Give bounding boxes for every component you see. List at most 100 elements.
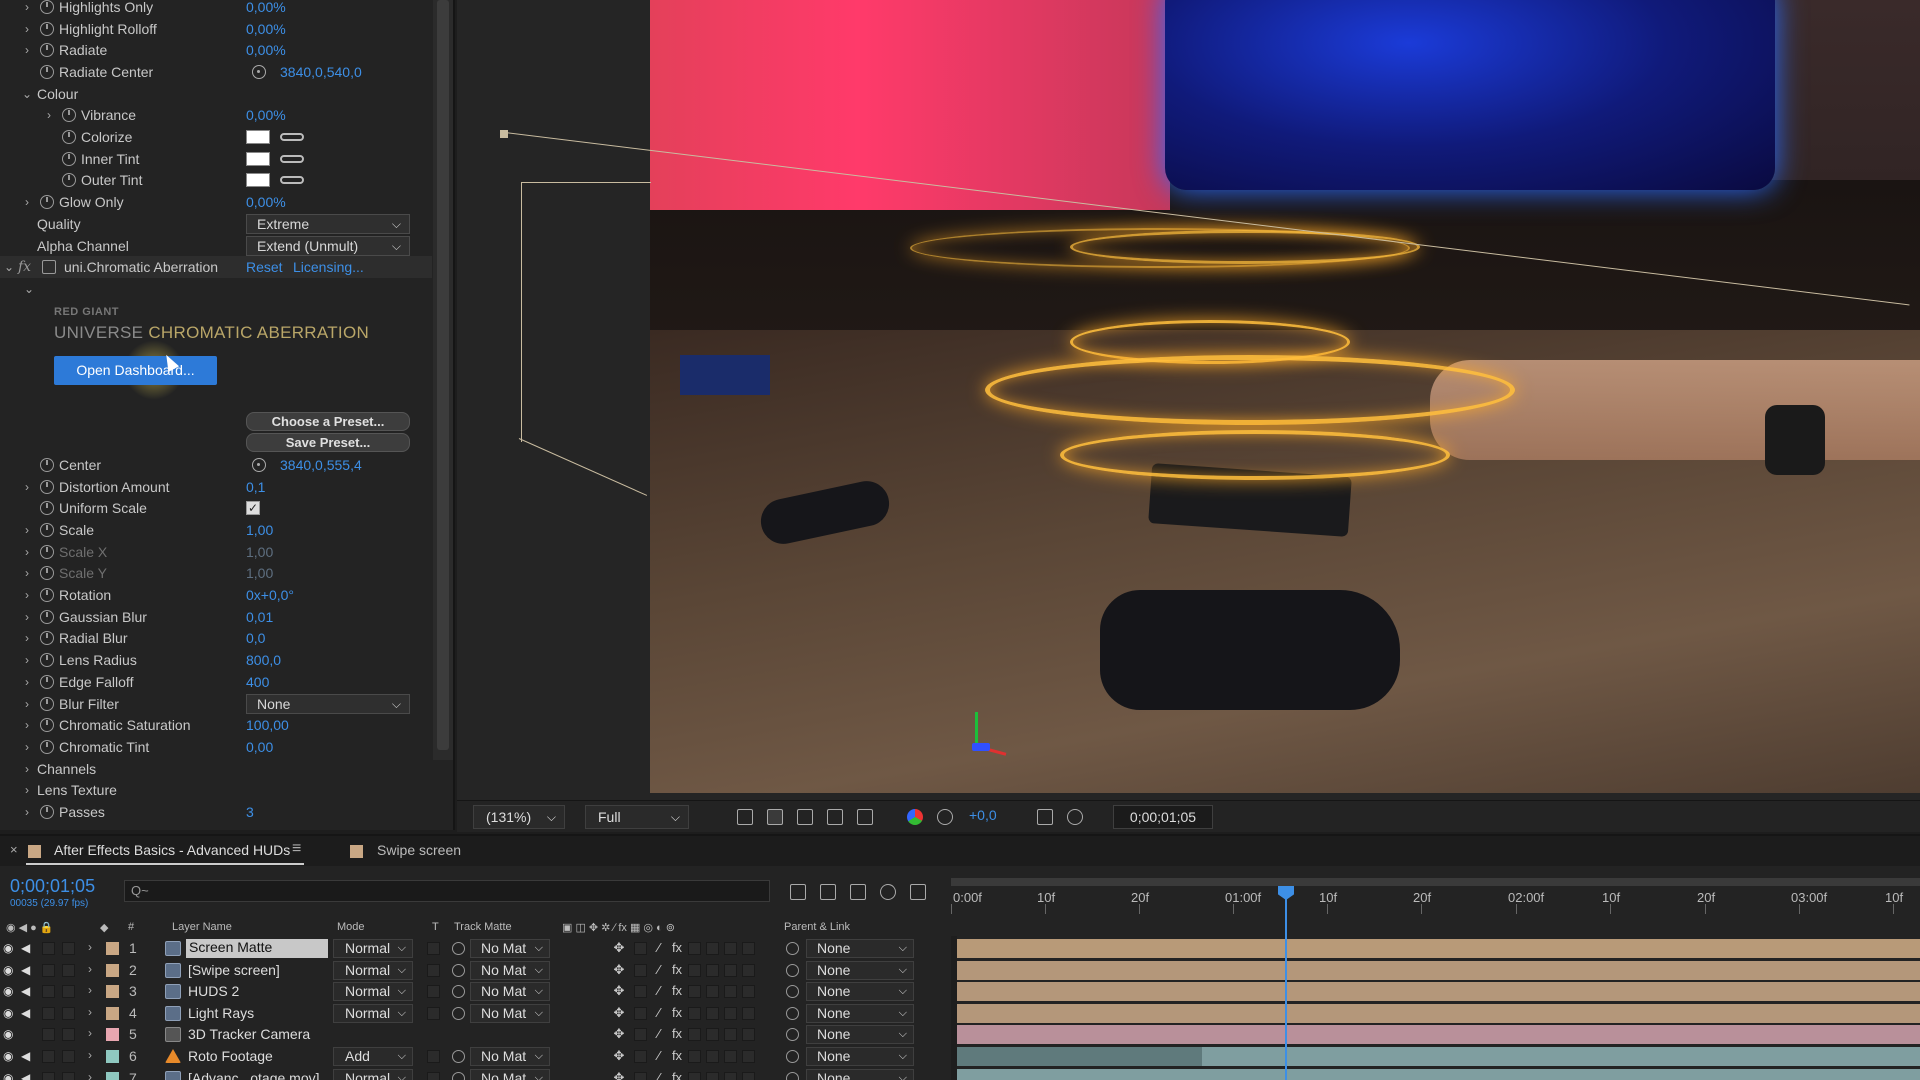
twirl-right-icon[interactable]: › (20, 697, 34, 711)
twirl-down-icon[interactable]: › (20, 762, 34, 776)
channels-icon[interactable] (907, 809, 923, 825)
property-value[interactable]: 0,00% (246, 0, 286, 15)
layer-switch[interactable] (742, 985, 755, 999)
effects-switch-icon[interactable]: fx (670, 941, 684, 955)
parent-dropdown[interactable]: None ⌵ (806, 960, 914, 980)
layer-name[interactable]: 3D Tracker Camera (188, 1026, 310, 1042)
solo-lock-toggle[interactable] (42, 1050, 55, 1063)
mask-visibility-icon[interactable] (797, 809, 813, 825)
graph-editor-icon[interactable] (910, 884, 926, 900)
property-row-colorize[interactable]: Colorize (0, 126, 430, 148)
solo-lock-toggle[interactable] (42, 1071, 55, 1080)
stopwatch-icon[interactable] (40, 718, 54, 733)
effects-switch-icon[interactable]: fx (670, 984, 684, 998)
region-of-interest-icon[interactable] (827, 809, 843, 825)
layer-switch[interactable] (688, 942, 701, 955)
effect-name[interactable]: uni.Chromatic Aberration (64, 259, 218, 275)
property-row-lens-texture[interactable]: › Lens Texture (0, 780, 430, 802)
property-value[interactable]: 0,00% (246, 21, 286, 37)
parent-pickwhip-icon[interactable] (786, 1050, 799, 1063)
layer-name[interactable]: [Advanc...otage.mov] (188, 1070, 320, 1080)
property-row-lens-radius[interactable]: › Lens Radius 800,0 (0, 649, 430, 671)
parent-dropdown[interactable]: None ⌵ (806, 1003, 914, 1023)
preserve-transparency-toggle[interactable] (427, 1050, 440, 1063)
layer-switch[interactable] (742, 1071, 755, 1080)
effects-switch-icon[interactable]: fx (670, 1027, 684, 1041)
shy-switch-icon[interactable]: ✥ (612, 941, 626, 955)
twirl-right-icon[interactable]: › (20, 523, 34, 537)
grid-guides-icon[interactable] (857, 809, 873, 825)
resolution-dropdown[interactable]: Full ⌵ (585, 805, 689, 829)
tab-menu-icon[interactable]: ≡ (292, 840, 301, 858)
parent-pickwhip-icon[interactable] (786, 942, 799, 955)
layer-switch[interactable] (742, 942, 755, 955)
preserve-transparency-toggle[interactable] (427, 963, 440, 977)
audio-icon[interactable]: ◀ (21, 963, 35, 977)
twirl-right-icon[interactable]: › (88, 1070, 92, 1080)
layer-switch[interactable] (688, 1006, 701, 1020)
visibility-eye-icon[interactable]: ◉ (3, 963, 17, 977)
twirl-right-icon[interactable]: › (20, 610, 34, 624)
property-row-radiate-center[interactable]: Radiate Center 3840,0,540,0 (0, 61, 430, 83)
parent-pickwhip-icon[interactable] (786, 1028, 799, 1042)
layer-switch[interactable] (634, 963, 647, 977)
blend-mode-dropdown[interactable]: Normal ⌵ (333, 1068, 413, 1080)
parent-dropdown[interactable]: None ⌵ (806, 982, 914, 1002)
parent-pickwhip-icon[interactable] (786, 985, 799, 999)
layer-name[interactable]: Screen Matte (186, 939, 328, 958)
property-row-edge-falloff[interactable]: › Edge Falloff 400 (0, 671, 430, 693)
layer-switch[interactable] (724, 1050, 737, 1063)
stopwatch-icon[interactable] (62, 151, 76, 166)
property-row-radiate[interactable]: › Radiate 0,00% (0, 39, 430, 61)
solo-lock-toggle[interactable] (42, 942, 55, 955)
layer-switch[interactable] (706, 942, 719, 955)
parent-pickwhip-icon[interactable] (786, 1006, 799, 1020)
twirl-right-icon[interactable]: › (20, 805, 34, 819)
track-matte-dropdown[interactable]: No Mat ⌵ (470, 1068, 550, 1080)
viewer-timecode[interactable]: 0;00;01;05 (1113, 805, 1213, 829)
layer-name[interactable]: Roto Footage (188, 1048, 273, 1064)
t-header[interactable]: T (432, 921, 439, 933)
property-value[interactable]: 800,0 (246, 652, 281, 668)
stopwatch-icon[interactable] (40, 609, 54, 624)
layer-switch[interactable] (706, 1050, 719, 1063)
layer-switch[interactable] (634, 1006, 647, 1020)
property-value[interactable]: 1,00 (246, 565, 273, 581)
track-matte-pickwhip-icon[interactable] (452, 985, 465, 999)
layer-name[interactable]: Light Rays (188, 1005, 254, 1021)
stopwatch-icon[interactable] (40, 588, 54, 603)
twirl-right-icon[interactable]: › (88, 1005, 92, 1019)
parent-pickwhip-icon[interactable] (786, 1071, 799, 1080)
label-color-swatch[interactable] (106, 963, 119, 977)
effect-ui-twirl-row[interactable]: ⌄ (0, 278, 430, 300)
stopwatch-icon[interactable] (40, 195, 54, 210)
eyedropper-icon[interactable] (280, 154, 304, 163)
property-row-vibrance[interactable]: › Vibrance 0,00% (0, 105, 430, 127)
property-value[interactable]: 0,00% (246, 107, 286, 123)
show-snapshot-icon[interactable] (1067, 809, 1083, 825)
reset-link[interactable]: Reset (246, 259, 283, 275)
layer-switch[interactable] (706, 1028, 719, 1042)
solo-lock-toggle[interactable] (62, 1071, 75, 1080)
layer-row[interactable]: ◉ ◀ › 3 HUDS 2 Normal ⌵ No Mat ⌵ ✥ ∕ fx None ⌵ (0, 981, 951, 1003)
snapshot-icon[interactable] (1037, 809, 1053, 825)
property-value[interactable]: 0,00% (246, 194, 286, 210)
blend-mode-dropdown[interactable]: Normal ⌵ (333, 982, 413, 1002)
stopwatch-icon[interactable] (40, 566, 54, 581)
property-row-scale-x[interactable]: › Scale X 1,00 (0, 541, 430, 563)
twirl-right-icon[interactable]: › (20, 675, 34, 689)
draft-3d-icon[interactable] (820, 884, 836, 900)
twirl-right-icon[interactable]: › (20, 653, 34, 667)
layer-switch[interactable] (724, 1028, 737, 1042)
label-color-swatch[interactable] (106, 1071, 119, 1080)
property-row-colour[interactable]: ⌄ Colour (0, 83, 430, 105)
layer-name[interactable]: [Swipe screen] (188, 962, 280, 978)
property-row-channels[interactable]: › Channels (0, 758, 430, 780)
twirl-right-icon[interactable]: › (88, 983, 92, 997)
twirl-right-icon[interactable]: › (88, 962, 92, 976)
fx-toggle-icon[interactable]: fx (18, 259, 31, 275)
quality-switch-icon[interactable]: ∕ (652, 1070, 666, 1080)
property-value[interactable]: 1,00 (246, 522, 273, 538)
stopwatch-icon[interactable] (40, 674, 54, 689)
track-matte-pickwhip-icon[interactable] (452, 1050, 465, 1063)
